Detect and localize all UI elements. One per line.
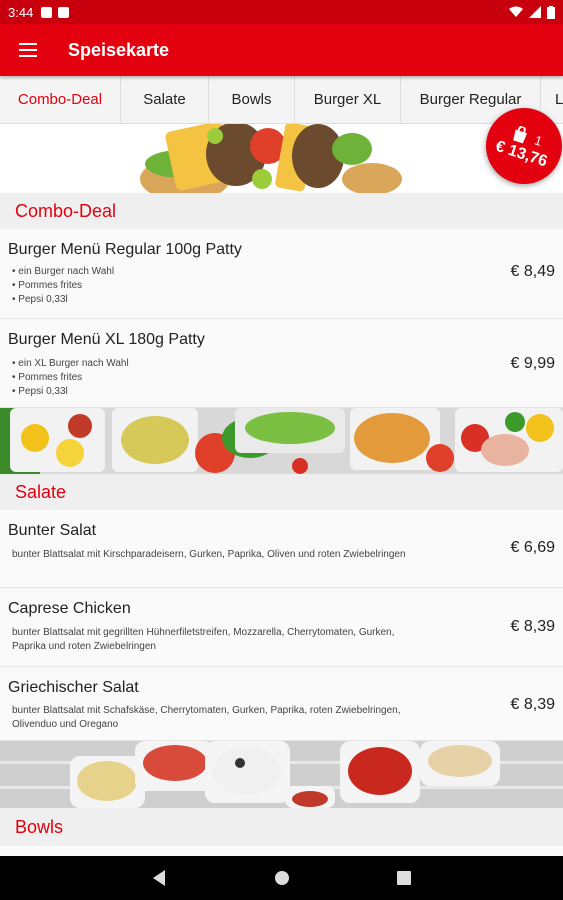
recents-icon[interactable]: [392, 866, 416, 890]
menu-item[interactable]: Bunter Salat bunter Blattsalat mit Kirsc…: [0, 510, 563, 588]
menu-item[interactable]: Caprese Chicken bunter Blattsalat mit ge…: [0, 588, 563, 667]
tab-combo-deal[interactable]: Combo-Deal: [0, 76, 121, 123]
item-description: bunter Blattsalat mit gegrillten Hühnerf…: [12, 627, 395, 652]
item-name: Burger Menü XL 180g Patty: [8, 331, 205, 348]
menu-icon[interactable]: [0, 24, 56, 76]
item-desc-line: • ein Burger nach Wahl: [12, 266, 115, 277]
item-desc-line: • ein XL Burger nach Wahl: [12, 358, 129, 369]
item-description: bunter Blattsalat mit Kirschparadeisern,…: [12, 549, 406, 560]
hero-burger-image: [0, 124, 563, 194]
item-name: Caprese Chicken: [8, 600, 131, 617]
item-name: Griechischer Salat: [8, 679, 139, 696]
item-name: Bunter Salat: [8, 522, 97, 539]
section-title-combo-deal: Combo-Deal: [0, 193, 563, 229]
battery-icon: [547, 5, 555, 19]
item-desc-line: • Pepsi 0,33l: [12, 386, 68, 397]
tab-bowls[interactable]: Bowls: [209, 76, 295, 123]
menu-item[interactable]: Griechischer Salat bunter Blattsalat mit…: [0, 667, 563, 741]
tab-salate[interactable]: Salate: [121, 76, 209, 123]
item-price: € 8,49: [510, 263, 555, 280]
item-description: bunter Blattsalat mit Schafskäse, Cherry…: [12, 705, 401, 730]
item-desc-line: • Pommes frites: [12, 280, 83, 291]
signal-icon: [529, 6, 541, 18]
item-price: € 8,39: [510, 618, 555, 635]
item-desc-line: • Pepsi 0,33l: [12, 294, 68, 305]
section-title-bowls: Bowls: [0, 808, 563, 846]
item-price: € 9,99: [510, 355, 555, 372]
page-title: Speisekarte: [68, 39, 170, 60]
app-bar: Speisekarte: [0, 24, 563, 76]
category-tabs: Combo-Deal Salate Bowls Burger XL Burger…: [0, 76, 563, 124]
status-bar: 3:44: [0, 0, 563, 24]
salad-banner-image: [0, 408, 563, 474]
status-time: 3:44: [8, 4, 34, 20]
item-name: Burger Menü Regular 100g Patty: [8, 241, 242, 258]
item-price: € 8,39: [510, 696, 555, 713]
bowls-banner-image: [0, 741, 563, 808]
home-icon[interactable]: [270, 866, 294, 890]
notification-icon-2: [58, 6, 70, 18]
tab-burger-xl[interactable]: Burger XL: [295, 76, 401, 123]
item-description: • ein Burger nach Wahl • Pommes frites •…: [12, 265, 422, 307]
section-title-salate: Salate: [0, 474, 563, 510]
cart-count: 1: [532, 131, 545, 149]
menu-item-partial[interactable]: [0, 846, 563, 856]
back-icon[interactable]: [148, 866, 172, 890]
wifi-icon: [509, 6, 523, 17]
notification-icon: [41, 6, 53, 18]
item-desc-line: • Pommes frites: [12, 372, 83, 383]
item-description: • ein XL Burger nach Wahl • Pommes frite…: [12, 357, 422, 399]
menu-item[interactable]: Burger Menü Regular 100g Patty • ein Bur…: [0, 229, 563, 319]
menu-item[interactable]: Burger Menü XL 180g Patty • ein XL Burge…: [0, 319, 563, 408]
system-nav-bar: [0, 856, 563, 900]
item-price: € 6,69: [510, 539, 555, 556]
